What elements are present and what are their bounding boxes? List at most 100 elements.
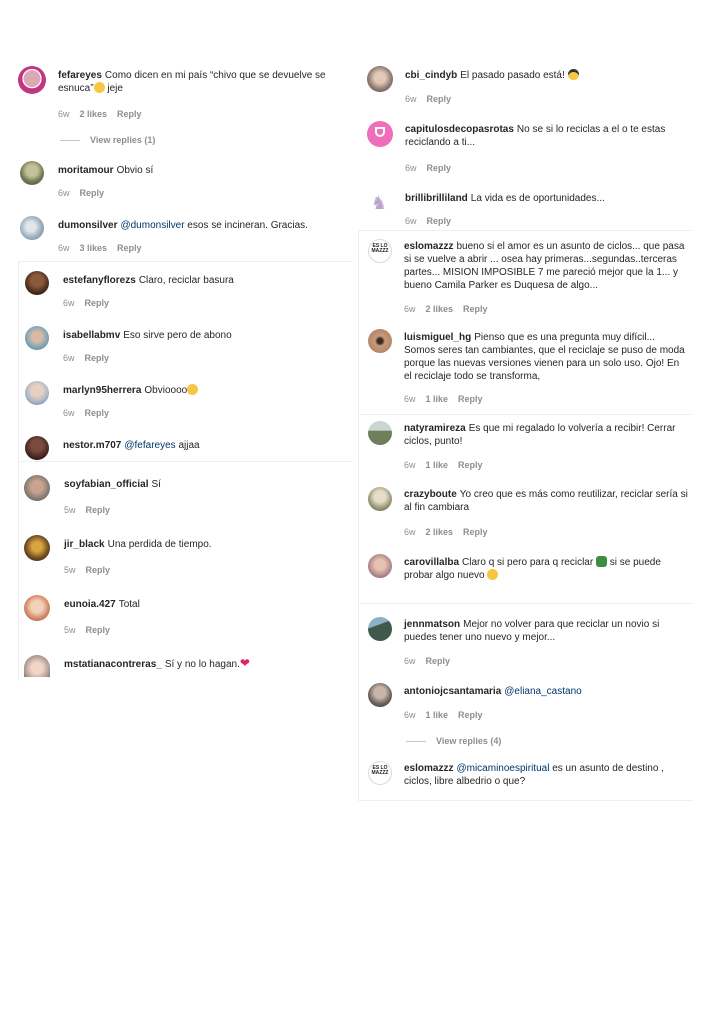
reply-button[interactable]: Reply bbox=[427, 163, 452, 173]
mention-link[interactable]: @fefareyes bbox=[124, 440, 175, 451]
avatar[interactable] bbox=[20, 216, 44, 240]
comment-time: 6w bbox=[58, 188, 70, 198]
avatar[interactable] bbox=[368, 617, 392, 641]
avatar[interactable] bbox=[367, 66, 393, 92]
comment-username[interactable]: fefareyes bbox=[58, 70, 102, 81]
avatar[interactable] bbox=[25, 381, 49, 405]
reply-button[interactable]: Reply bbox=[86, 565, 111, 575]
avatar[interactable] bbox=[368, 487, 392, 511]
comment-username[interactable]: carovillalba bbox=[404, 557, 459, 568]
comment-username[interactable]: eunoia.427 bbox=[64, 599, 116, 610]
likes-count[interactable]: 1 like bbox=[426, 460, 449, 470]
reply-button[interactable]: Reply bbox=[85, 298, 110, 308]
reply-button[interactable]: Reply bbox=[458, 394, 483, 404]
likes-count[interactable]: 2 likes bbox=[426, 527, 454, 537]
reply-button[interactable]: Reply bbox=[427, 216, 452, 226]
avatar[interactable] bbox=[25, 271, 49, 295]
comment-username[interactable]: dumonsilver bbox=[58, 220, 117, 231]
comment-text: Obvioooo bbox=[144, 385, 188, 396]
comment-username[interactable]: isabellabmv bbox=[63, 330, 120, 341]
comment-username[interactable]: capitulosdecopasrotas bbox=[405, 124, 514, 135]
comment-username[interactable]: nestor.m707 bbox=[63, 440, 121, 451]
mention-link[interactable]: @micaminoespiritual bbox=[456, 763, 549, 774]
reply-button[interactable]: Reply bbox=[85, 353, 110, 363]
comment-username[interactable]: soyfabian_official bbox=[64, 479, 148, 490]
avatar[interactable]: ES LO MAZZZ bbox=[368, 761, 392, 785]
likes-count[interactable]: 1 like bbox=[426, 394, 449, 404]
view-replies-button[interactable]: View replies (4) bbox=[406, 736, 501, 746]
reply-button[interactable]: Reply bbox=[458, 460, 483, 470]
reply-button[interactable]: Reply bbox=[80, 188, 105, 198]
avatar[interactable] bbox=[367, 121, 393, 147]
mention-link[interactable]: @eliana_castano bbox=[504, 686, 581, 697]
reply-button[interactable]: Reply bbox=[463, 304, 488, 314]
comment-time: 5w bbox=[64, 505, 76, 515]
reply-button[interactable]: Reply bbox=[86, 625, 111, 635]
reply-button[interactable]: Reply bbox=[117, 243, 142, 253]
comment-text: Sí y no lo hagan. bbox=[164, 659, 240, 670]
comment-time: 6w bbox=[404, 710, 416, 720]
avatar[interactable] bbox=[368, 683, 392, 707]
comment-username[interactable]: jennmatson bbox=[404, 619, 460, 630]
avatar[interactable]: ♞ bbox=[367, 190, 393, 216]
comment-username[interactable]: jir_black bbox=[64, 539, 105, 550]
divider-line bbox=[60, 140, 80, 142]
mention-link[interactable]: @dumonsilver bbox=[120, 220, 184, 231]
avatar[interactable] bbox=[24, 595, 50, 621]
comment-time: 6w bbox=[404, 394, 416, 404]
comment-username[interactable]: crazyboute bbox=[404, 489, 457, 500]
reply-button[interactable]: Reply bbox=[86, 505, 111, 515]
heart-emoji-icon: ❤ bbox=[239, 656, 250, 670]
divider-line bbox=[406, 741, 426, 743]
comment-username[interactable]: mstatianacontreras_ bbox=[64, 659, 162, 670]
comment-username[interactable]: cbi_cindyb bbox=[405, 70, 457, 81]
divider-line bbox=[18, 261, 353, 262]
comment-time: 5w bbox=[64, 565, 76, 575]
comment-username[interactable]: brillibrilliland bbox=[405, 193, 468, 204]
comment-text-tail: jeje bbox=[104, 83, 123, 94]
avatar[interactable] bbox=[24, 655, 50, 677]
comment-username[interactable]: antoniojcsantamaria bbox=[404, 686, 501, 697]
comment-time: 6w bbox=[63, 353, 75, 363]
likes-count[interactable]: 3 likes bbox=[80, 243, 108, 253]
comment-text: La vida es de oportunidades... bbox=[470, 193, 605, 204]
avatar[interactable] bbox=[20, 161, 44, 185]
comment-username[interactable]: luismiguel_hg bbox=[404, 332, 471, 343]
avatar[interactable] bbox=[25, 326, 49, 350]
avatar[interactable] bbox=[368, 554, 392, 578]
avatar[interactable] bbox=[368, 421, 392, 445]
comment-text: Una perdida de tiempo. bbox=[107, 539, 212, 550]
avatar[interactable] bbox=[368, 329, 392, 353]
avatar[interactable] bbox=[25, 436, 49, 460]
comment-time: 6w bbox=[404, 656, 416, 666]
comment-time: 6w bbox=[405, 94, 417, 104]
view-replies-button[interactable]: View replies (1) bbox=[60, 135, 155, 145]
comment-username[interactable]: eslomazzz bbox=[404, 241, 453, 252]
comment-username[interactable]: estefanyflorezs bbox=[63, 275, 136, 286]
avatar[interactable] bbox=[24, 535, 50, 561]
divider-line bbox=[18, 261, 19, 681]
avatar[interactable]: ES LO MAZZZ bbox=[368, 239, 392, 263]
comment-username[interactable]: marlyn95herrera bbox=[63, 385, 141, 396]
reply-button[interactable]: Reply bbox=[463, 527, 488, 537]
reply-button[interactable]: Reply bbox=[427, 94, 452, 104]
reply-button[interactable]: Reply bbox=[458, 710, 483, 720]
reply-button[interactable]: Reply bbox=[426, 656, 451, 666]
divider-line bbox=[358, 230, 693, 231]
avatar[interactable] bbox=[18, 66, 46, 94]
comment-time: 6w bbox=[404, 527, 416, 537]
comment-username[interactable]: natyramireza bbox=[404, 423, 466, 434]
comment-text: ajjaa bbox=[175, 440, 200, 451]
comment-username[interactable]: eslomazzz bbox=[404, 763, 453, 774]
reply-button[interactable]: Reply bbox=[85, 408, 110, 418]
comment-username[interactable]: moritamour bbox=[58, 165, 114, 176]
likes-count[interactable]: 2 likes bbox=[426, 304, 454, 314]
reply-button[interactable]: Reply bbox=[117, 109, 142, 119]
likes-count[interactable]: 2 likes bbox=[80, 109, 108, 119]
comment-text: Eso sirve pero de abono bbox=[123, 330, 232, 341]
divider-line bbox=[18, 461, 353, 462]
avatar[interactable] bbox=[24, 475, 50, 501]
likes-count[interactable]: 1 like bbox=[426, 710, 449, 720]
laughing-emoji-icon bbox=[93, 82, 105, 93]
comment-text: Total bbox=[118, 599, 140, 610]
